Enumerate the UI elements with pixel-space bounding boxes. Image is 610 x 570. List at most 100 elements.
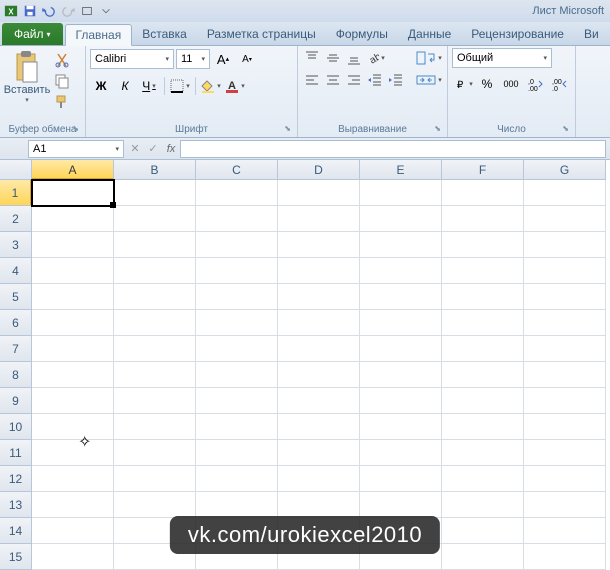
cell-A3[interactable] [32, 232, 114, 258]
cell-D1[interactable] [278, 180, 360, 206]
row-header-11[interactable]: 11 [0, 440, 32, 466]
undo-icon[interactable] [40, 2, 58, 20]
tab-view[interactable]: Ви [574, 23, 609, 45]
cell-G3[interactable] [524, 232, 606, 258]
cell-F6[interactable] [442, 310, 524, 336]
cell-D3[interactable] [278, 232, 360, 258]
cell-E1[interactable] [360, 180, 442, 206]
cell-B4[interactable] [114, 258, 196, 284]
cell-D4[interactable] [278, 258, 360, 284]
cell-G2[interactable] [524, 206, 606, 232]
cell-G6[interactable] [524, 310, 606, 336]
italic-button[interactable]: К [114, 75, 136, 97]
row-header-4[interactable]: 4 [0, 258, 32, 284]
cell-F13[interactable] [442, 492, 524, 518]
border-icon[interactable] [169, 75, 191, 97]
col-header-C[interactable]: C [196, 160, 278, 180]
cells[interactable] [32, 180, 610, 570]
cell-A11[interactable] [32, 440, 114, 466]
cell-D10[interactable] [278, 414, 360, 440]
cell-B3[interactable] [114, 232, 196, 258]
cell-G13[interactable] [524, 492, 606, 518]
align-top-icon[interactable] [302, 48, 322, 68]
cell-C13[interactable] [196, 492, 278, 518]
fx-icon[interactable]: fx [162, 143, 180, 155]
cell-D11[interactable] [278, 440, 360, 466]
cell-G1[interactable] [524, 180, 606, 206]
cell-G15[interactable] [524, 544, 606, 570]
cell-F14[interactable] [442, 518, 524, 544]
cell-A8[interactable] [32, 362, 114, 388]
row-header-2[interactable]: 2 [0, 206, 32, 232]
orientation-icon[interactable]: ab [365, 48, 385, 68]
font-size-select[interactable]: 11 [176, 49, 210, 69]
row-header-12[interactable]: 12 [0, 466, 32, 492]
cell-C11[interactable] [196, 440, 278, 466]
excel-icon[interactable]: X [2, 2, 20, 20]
cell-F1[interactable] [442, 180, 524, 206]
cell-D6[interactable] [278, 310, 360, 336]
cell-C8[interactable] [196, 362, 278, 388]
font-name-select[interactable]: Calibri [90, 49, 174, 69]
cell-B12[interactable] [114, 466, 196, 492]
align-center-icon[interactable] [323, 70, 343, 90]
qat-custom-icon[interactable] [78, 2, 96, 20]
select-all-corner[interactable] [0, 160, 32, 180]
cell-E10[interactable] [360, 414, 442, 440]
cell-B6[interactable] [114, 310, 196, 336]
col-header-A[interactable]: A [32, 160, 114, 180]
cell-F12[interactable] [442, 466, 524, 492]
cell-A9[interactable] [32, 388, 114, 414]
column-headers[interactable]: ABCDEFG [32, 160, 610, 180]
tab-review[interactable]: Рецензирование [461, 23, 574, 45]
cell-C4[interactable] [196, 258, 278, 284]
cell-A2[interactable] [32, 206, 114, 232]
row-headers[interactable]: 123456789101112131415 [0, 180, 32, 570]
format-painter-icon[interactable] [52, 92, 72, 112]
col-header-F[interactable]: F [442, 160, 524, 180]
paste-icon[interactable] [13, 50, 41, 84]
increase-decimal-icon[interactable]: ,0,00 [524, 73, 546, 95]
row-header-7[interactable]: 7 [0, 336, 32, 362]
cell-E13[interactable] [360, 492, 442, 518]
save-icon[interactable] [21, 2, 39, 20]
decrease-indent-icon[interactable] [365, 70, 385, 90]
cell-D2[interactable] [278, 206, 360, 232]
cell-A1[interactable] [32, 180, 114, 206]
cell-A6[interactable] [32, 310, 114, 336]
cell-A10[interactable] [32, 414, 114, 440]
copy-icon[interactable] [52, 71, 72, 91]
comma-icon[interactable]: 000 [500, 73, 522, 95]
tab-layout[interactable]: Разметка страницы [197, 23, 326, 45]
row-header-9[interactable]: 9 [0, 388, 32, 414]
cell-C1[interactable] [196, 180, 278, 206]
col-header-E[interactable]: E [360, 160, 442, 180]
tab-insert[interactable]: Вставка [132, 23, 197, 45]
row-header-15[interactable]: 15 [0, 544, 32, 570]
cell-F2[interactable] [442, 206, 524, 232]
increase-font-icon[interactable]: A▴ [212, 48, 234, 70]
row-header-3[interactable]: 3 [0, 232, 32, 258]
cell-A5[interactable] [32, 284, 114, 310]
cell-E8[interactable] [360, 362, 442, 388]
fill-color-icon[interactable] [200, 75, 222, 97]
qat-dropdown-icon[interactable] [97, 2, 115, 20]
cell-C5[interactable] [196, 284, 278, 310]
cell-D8[interactable] [278, 362, 360, 388]
cell-A15[interactable] [32, 544, 114, 570]
cell-B11[interactable] [114, 440, 196, 466]
row-header-1[interactable]: 1 [0, 180, 32, 206]
cell-G14[interactable] [524, 518, 606, 544]
align-middle-icon[interactable] [323, 48, 343, 68]
cell-D7[interactable] [278, 336, 360, 362]
row-header-14[interactable]: 14 [0, 518, 32, 544]
cell-C12[interactable] [196, 466, 278, 492]
cell-F15[interactable] [442, 544, 524, 570]
cell-B8[interactable] [114, 362, 196, 388]
cell-G7[interactable] [524, 336, 606, 362]
cell-G10[interactable] [524, 414, 606, 440]
increase-indent-icon[interactable] [386, 70, 406, 90]
cell-D13[interactable] [278, 492, 360, 518]
cell-E4[interactable] [360, 258, 442, 284]
col-header-G[interactable]: G [524, 160, 606, 180]
